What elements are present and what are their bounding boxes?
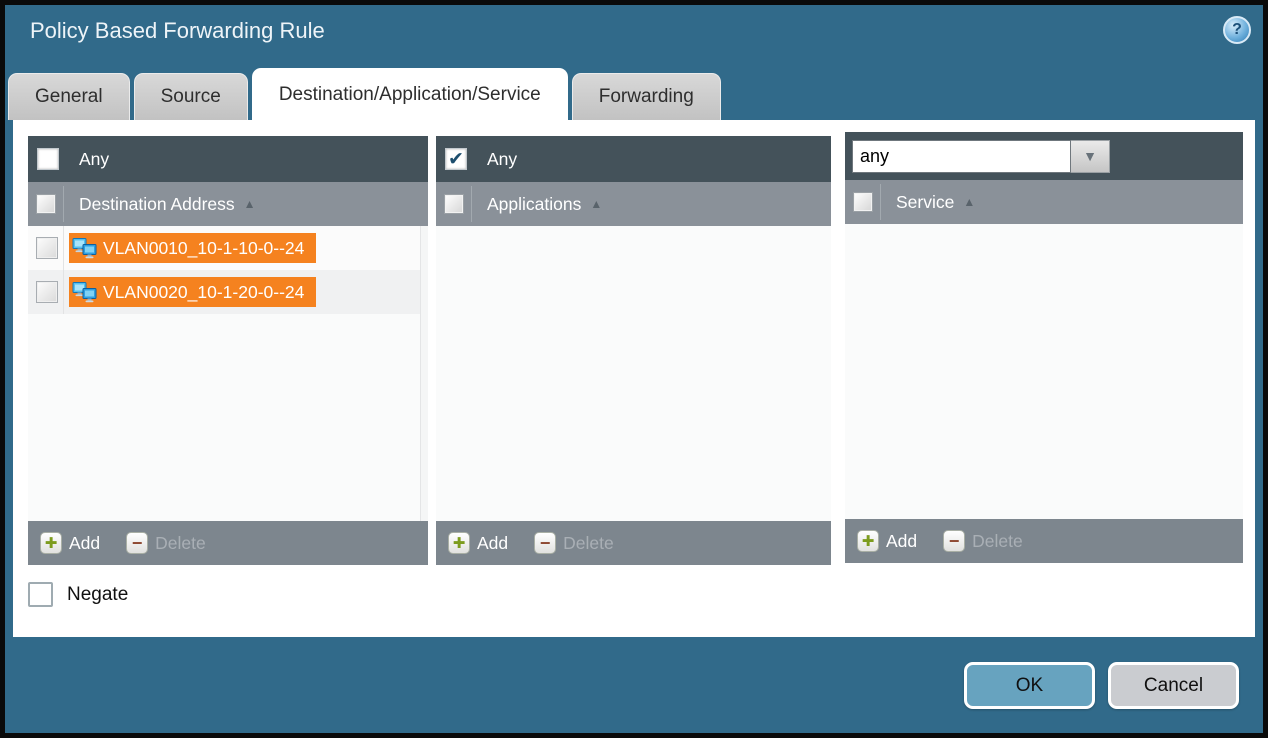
delete-icon: − xyxy=(943,530,965,552)
network-icon xyxy=(72,282,97,303)
service-dropdown-input[interactable] xyxy=(852,140,1071,173)
tab-general[interactable]: General xyxy=(8,73,130,120)
service-column-header[interactable]: Service ▲ xyxy=(845,180,1243,224)
row-checkbox[interactable] xyxy=(36,237,58,259)
table-row[interactable]: VLAN0020_10-1-20-0--24 xyxy=(28,270,428,314)
header-divider xyxy=(471,186,472,222)
cancel-button[interactable]: Cancel xyxy=(1108,662,1239,709)
add-icon: ✚ xyxy=(857,530,879,552)
service-column: ▼ Service ▲ ✚ Add − Delete xyxy=(845,132,1243,563)
dialog-button-bar: OK Cancel xyxy=(964,662,1239,709)
ok-button[interactable]: OK xyxy=(964,662,1095,709)
add-icon: ✚ xyxy=(40,532,62,554)
network-icon xyxy=(72,238,97,259)
add-icon: ✚ xyxy=(448,532,470,554)
delete-label: Delete xyxy=(972,531,1023,552)
applications-any-checkbox[interactable]: ✔ xyxy=(445,148,467,170)
add-label: Add xyxy=(477,533,508,554)
applications-column-header[interactable]: Applications ▲ xyxy=(436,182,831,226)
destination-footer-bar: ✚ Add − Delete xyxy=(28,521,428,565)
row-divider xyxy=(63,226,64,270)
applications-list xyxy=(436,226,831,521)
service-select-all-checkbox[interactable] xyxy=(853,192,873,212)
tab-bar: General Source Destination/Application/S… xyxy=(8,68,725,120)
negate-label: Negate xyxy=(67,584,128,606)
header-divider xyxy=(63,186,64,222)
row-checkbox[interactable] xyxy=(36,281,58,303)
destination-select-all-checkbox[interactable] xyxy=(36,194,56,214)
table-row[interactable]: VLAN0010_10-1-10-0--24 xyxy=(28,226,428,270)
service-dropdown-bar: ▼ xyxy=(845,132,1243,180)
negate-row: Negate xyxy=(28,582,128,607)
scrollbar-track[interactable] xyxy=(420,226,428,521)
delete-button[interactable]: − Delete xyxy=(126,532,206,554)
destination-header-label: Destination Address xyxy=(79,194,235,215)
add-label: Add xyxy=(886,531,917,552)
delete-button[interactable]: − Delete xyxy=(534,532,614,554)
destination-column-header[interactable]: Destination Address ▲ xyxy=(28,182,428,226)
add-button[interactable]: ✚ Add xyxy=(857,530,917,552)
sort-asc-icon: ▲ xyxy=(590,197,602,211)
address-label: VLAN0010_10-1-10-0--24 xyxy=(103,238,304,259)
add-button[interactable]: ✚ Add xyxy=(448,532,508,554)
applications-select-all-checkbox[interactable] xyxy=(444,194,464,214)
destination-any-label: Any xyxy=(79,149,109,170)
applications-header-label: Applications xyxy=(487,194,581,215)
applications-footer-bar: ✚ Add − Delete xyxy=(436,521,831,565)
negate-checkbox[interactable] xyxy=(28,582,53,607)
dropdown-arrow-icon[interactable]: ▼ xyxy=(1071,140,1110,173)
delete-icon: − xyxy=(126,532,148,554)
address-chip[interactable]: VLAN0010_10-1-10-0--24 xyxy=(69,233,316,263)
applications-column: ✔ Any Applications ▲ ✚ Add − Delete xyxy=(436,136,831,565)
tab-source[interactable]: Source xyxy=(134,73,248,120)
sort-asc-icon: ▲ xyxy=(963,195,975,209)
tab-destination-application-service[interactable]: Destination/Application/Service xyxy=(252,68,568,120)
row-divider xyxy=(63,270,64,314)
tab-content-panel: Any Destination Address ▲ xyxy=(13,120,1255,637)
sort-asc-icon: ▲ xyxy=(244,197,256,211)
delete-label: Delete xyxy=(155,533,206,554)
destination-address-column: Any Destination Address ▲ xyxy=(28,136,428,565)
policy-based-forwarding-rule-dialog: Policy Based Forwarding Rule ? General S… xyxy=(0,0,1268,738)
delete-icon: − xyxy=(534,532,556,554)
delete-button[interactable]: − Delete xyxy=(943,530,1023,552)
header-divider xyxy=(880,184,881,220)
destination-list: VLAN0010_10-1-10-0--24 xyxy=(28,226,428,521)
destination-any-bar: Any xyxy=(28,136,428,182)
dialog-title: Policy Based Forwarding Rule xyxy=(30,18,325,44)
tab-forwarding[interactable]: Forwarding xyxy=(572,73,721,120)
applications-any-label: Any xyxy=(487,149,517,170)
service-footer-bar: ✚ Add − Delete xyxy=(845,519,1243,563)
add-button[interactable]: ✚ Add xyxy=(40,532,100,554)
help-icon[interactable]: ? xyxy=(1223,16,1251,44)
delete-label: Delete xyxy=(563,533,614,554)
applications-any-bar: ✔ Any xyxy=(436,136,831,182)
address-chip[interactable]: VLAN0020_10-1-20-0--24 xyxy=(69,277,316,307)
service-header-label: Service xyxy=(896,192,954,213)
destination-any-checkbox[interactable] xyxy=(37,148,59,170)
add-label: Add xyxy=(69,533,100,554)
address-label: VLAN0020_10-1-20-0--24 xyxy=(103,282,304,303)
service-list xyxy=(845,224,1243,519)
